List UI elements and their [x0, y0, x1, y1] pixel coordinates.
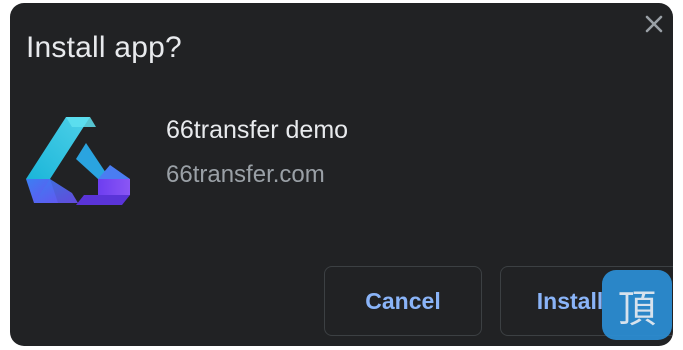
dialog-title: Install app? [26, 31, 182, 64]
app-logo-icon [24, 113, 132, 209]
install-app-dialog: Install app? 66transfer demo 66transfer.… [10, 3, 673, 346]
app-name: 66transfer demo [166, 116, 349, 144]
close-button[interactable] [639, 9, 669, 39]
install-button-label: Install [536, 287, 604, 314]
cancel-button[interactable]: Cancel [324, 266, 482, 336]
close-icon [645, 15, 663, 33]
app-domain: 66transfer.com [166, 161, 325, 188]
watermark-badge: 頂 [602, 270, 672, 340]
